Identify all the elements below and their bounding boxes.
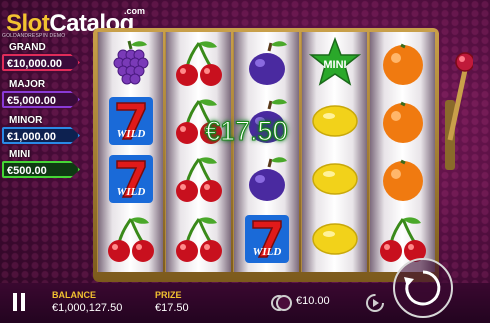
reel-3: WILD <box>233 32 299 272</box>
jackpot-mini-value: €500.00 <box>2 161 80 178</box>
jackpot-grand-value: €10,000.00 <box>2 54 80 71</box>
balance-label: BALANCE <box>52 290 96 300</box>
reel-frame: WILD WILD WILD MINI <box>93 28 439 282</box>
lemon-symbol <box>302 210 367 268</box>
jackpot-mini: MINI €500.00 <box>2 149 82 183</box>
autoplay-icon[interactable] <box>364 292 386 314</box>
jackpot-major-name: MAJOR <box>9 79 46 90</box>
seven-wild-symbol: WILD <box>98 150 163 208</box>
seven-wild-symbol: WILD <box>234 210 299 268</box>
grapes-symbol <box>98 34 163 92</box>
bet-value[interactable]: €10.00 <box>296 295 330 307</box>
jackpot-grand: GRAND €10,000.00 <box>2 42 82 76</box>
lemon-symbol <box>302 150 367 208</box>
plums-symbol <box>234 34 299 92</box>
mini-star-symbol: MINI <box>302 34 367 92</box>
reel-1: WILD WILD <box>97 32 163 272</box>
jackpot-mini-name: MINI <box>9 149 31 160</box>
jackpot-major-value: €5,000.00 <box>2 91 80 108</box>
demo-label: GOLDANDRESPIN DEMO <box>2 33 66 39</box>
win-amount: €17.50 <box>205 116 289 147</box>
cherries-symbol <box>98 210 163 268</box>
reel-2 <box>165 32 231 272</box>
wild-text: WILD <box>116 186 145 198</box>
jackpot-minor: MINOR €1,000.00 <box>2 115 82 149</box>
mini-text: MINI <box>323 59 346 71</box>
prize-label: PRIZE <box>155 290 182 300</box>
wild-text: WILD <box>116 128 145 140</box>
seven-wild-symbol: WILD <box>98 92 163 150</box>
reel-5 <box>369 32 435 272</box>
balance-value: €1,000,127.50 <box>52 302 123 314</box>
pause-icon[interactable] <box>12 293 26 311</box>
reel-4: MINI <box>301 32 367 272</box>
spin-icon[interactable] <box>392 257 454 319</box>
cherries-symbol <box>166 34 231 92</box>
jackpot-minor-name: MINOR <box>9 115 43 126</box>
coins-icon[interactable] <box>270 292 292 314</box>
orange-symbol <box>370 34 435 92</box>
lemon-symbol <box>302 92 367 150</box>
jackpot-major: MAJOR €5,000.00 <box>2 79 82 113</box>
jackpot-minor-value: €1,000.00 <box>2 127 80 144</box>
cherries-symbol <box>166 210 231 268</box>
lever-icon[interactable] <box>443 40 473 190</box>
plums-symbol <box>234 150 299 208</box>
wild-text: WILD <box>252 246 281 258</box>
prize-value: €17.50 <box>155 302 189 314</box>
orange-symbol <box>370 92 435 150</box>
jackpot-grand-name: GRAND <box>9 42 46 53</box>
cherries-symbol <box>166 150 231 208</box>
reels-area: WILD WILD WILD MINI <box>97 32 435 272</box>
orange-symbol <box>370 150 435 208</box>
